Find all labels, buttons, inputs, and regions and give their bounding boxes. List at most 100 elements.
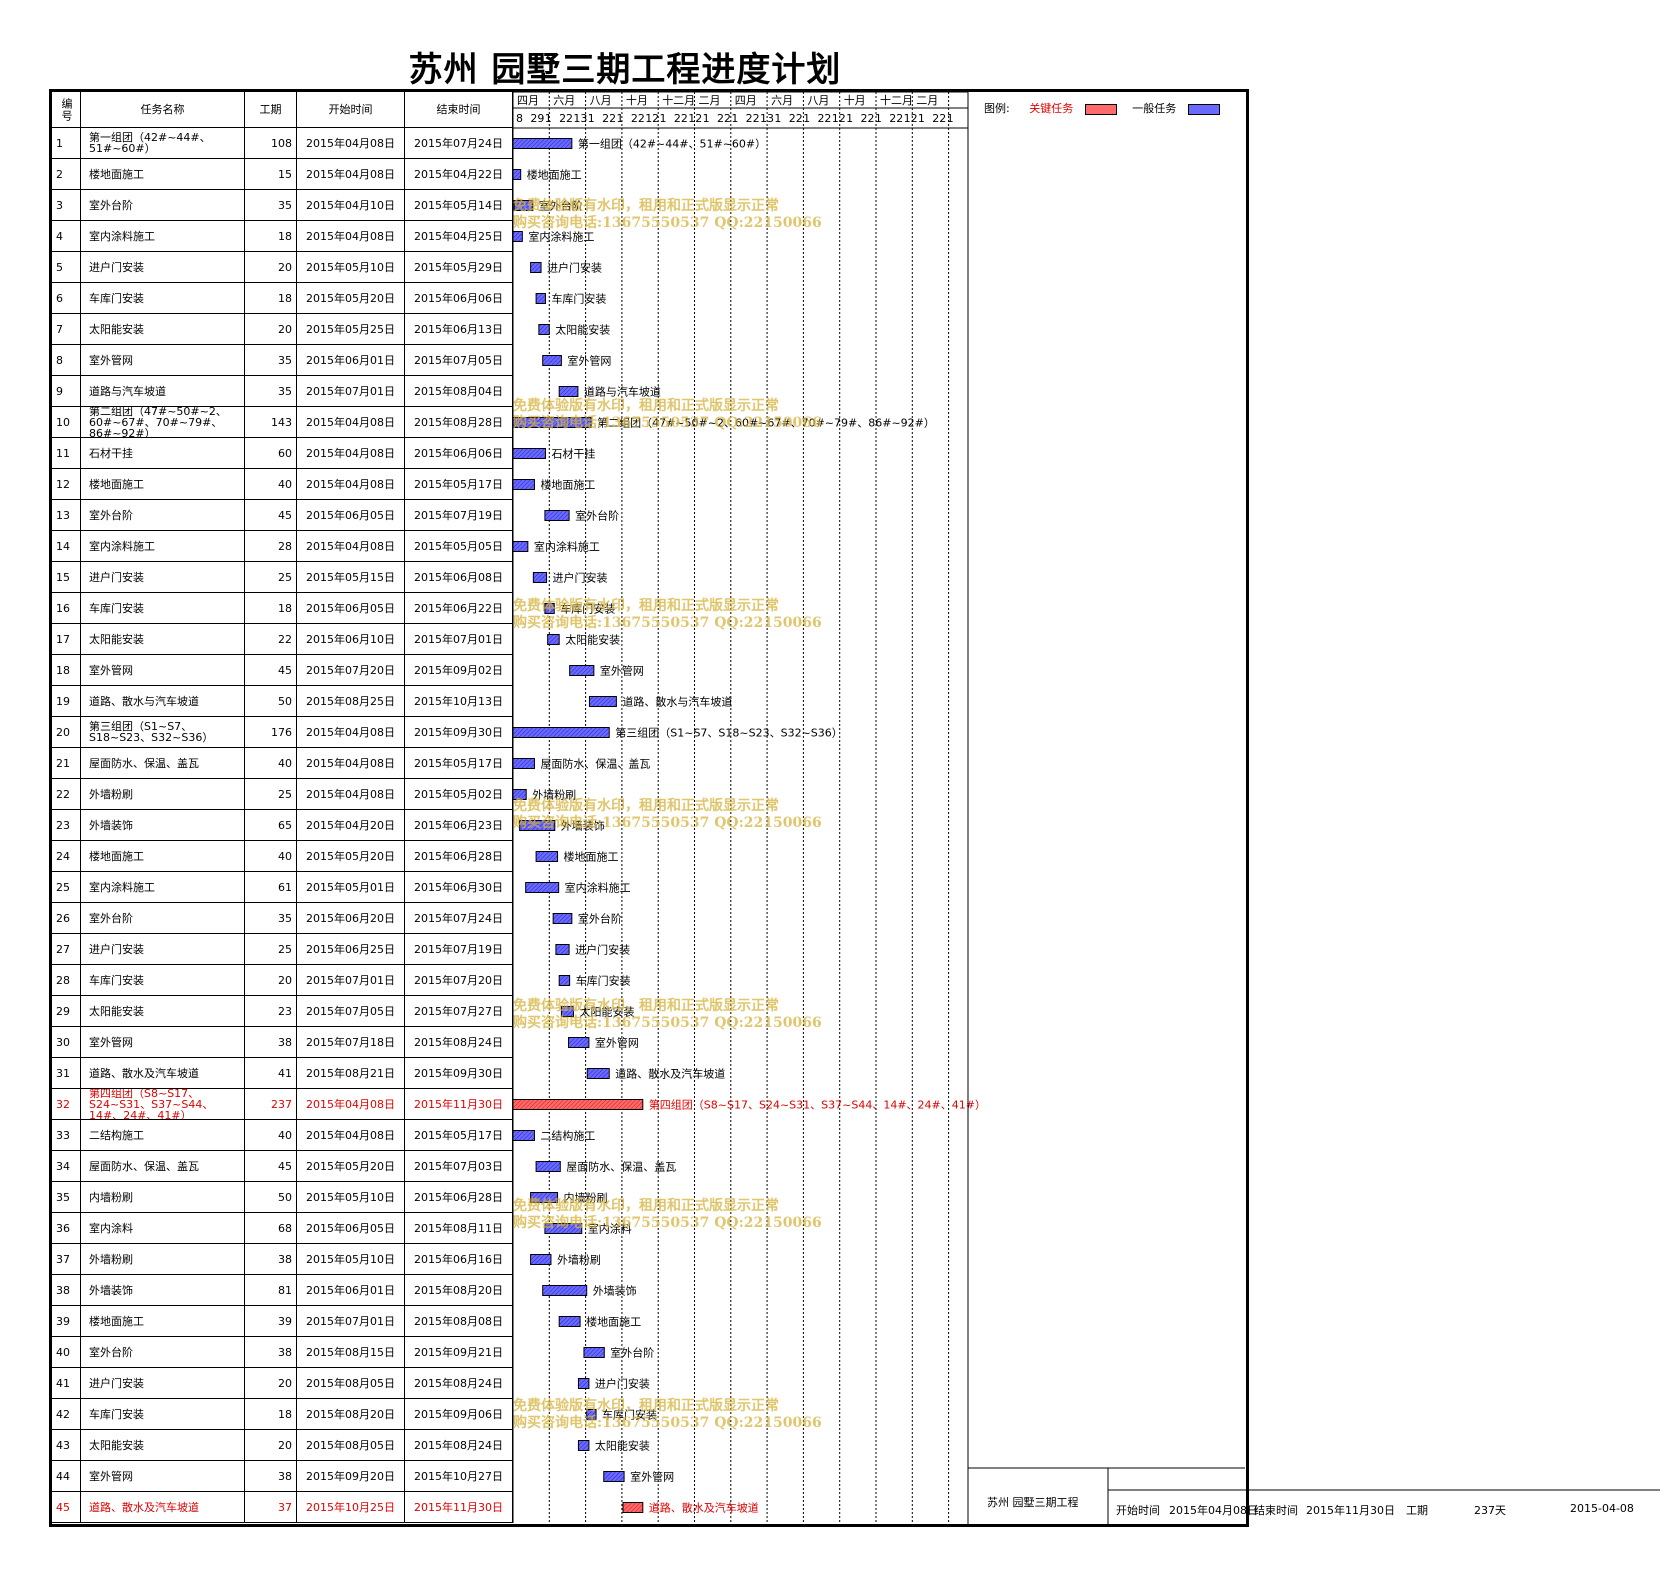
legend-normal-swatch (1187, 103, 1220, 115)
gantt-bar-label-2: 楼地面施工 (527, 168, 582, 182)
gantt-bar-7 (538, 324, 550, 335)
watermark-line2: 购买咨询电话:13675550537 QQ:22150066 (513, 815, 822, 831)
gantt-bar-20 (512, 727, 610, 738)
gantt-bar-34 (535, 1161, 561, 1172)
day-label: 22 (602, 112, 616, 125)
gantt-bar-13 (544, 510, 570, 521)
day-label: 1 (660, 112, 667, 125)
watermark-6: 免费体验版有水印，租用和正式版显示正常 购买咨询电话:13675550537 QQ… (513, 1398, 822, 1432)
gantt-bar-label-18: 室外管网 (600, 664, 644, 678)
watermark-line2: 购买咨询电话:13675550537 QQ:22150066 (513, 1015, 822, 1031)
day-label: 13 (573, 112, 587, 125)
day-label: 22 (559, 112, 573, 125)
footer-start-value: 2015年04月08日 (1169, 1504, 1258, 1517)
gantt-bar-label-15: 进户门安装 (553, 571, 608, 585)
watermark-0: 免费体验版有水印，租用和正式版显示正常 购买咨询电话:13675550537 QQ… (513, 198, 822, 232)
gantt-bar-label-8: 室外管网 (567, 354, 611, 368)
day-label: 22 (674, 112, 688, 125)
gantt-bar-28 (558, 975, 571, 986)
gantt-chart: 四月 六月 八月 十月 十二月 二月 四月 六月 八月 十月 十二月 二月8 29 1 22 13 1 22 1 22… (512, 91, 1660, 1524)
watermark-1: 免费体验版有水印，租用和正式版显示正常 购买咨询电话:13675550537 QQ… (513, 398, 822, 432)
gantt-bar-39 (558, 1316, 581, 1327)
gantt-bar-37 (530, 1254, 552, 1265)
month-label: 八月 (807, 94, 829, 107)
gantt-bar-label-6: 车库门安装 (551, 292, 606, 306)
month-label: 六月 (553, 94, 575, 107)
month-label: 四月 (735, 94, 757, 107)
month-label: 十月 (626, 93, 648, 107)
gantt-bar-40 (583, 1347, 605, 1358)
gantt-bar-label-24: 楼地面施工 (564, 850, 619, 864)
day-label: 1 (731, 112, 738, 125)
month-label: 十二月 (662, 93, 695, 107)
gantt-bar-27 (555, 944, 570, 955)
gantt-bar-25 (525, 882, 560, 893)
gantt-bar-label-27: 进户门安装 (575, 943, 630, 957)
gantt-bar-17 (547, 634, 560, 645)
watermark-3: 免费体验版有水印，租用和正式版显示正常 购买咨询电话:13675550537 QQ… (513, 798, 822, 832)
footer-end-value: 2015年11月30日 (1306, 1504, 1395, 1517)
gantt-bar-14 (512, 541, 529, 552)
watermark-line1: 免费体验版有水印，租用和正式版显示正常 (513, 198, 779, 214)
watermark-line1: 免费体验版有水印，租用和正式版显示正常 (513, 1198, 779, 1214)
day-label: 22 (861, 112, 875, 125)
gantt-bar-21 (512, 758, 535, 769)
gantt-bar-8 (542, 355, 562, 366)
gantt-bar-18 (569, 665, 595, 676)
gantt-bar-9 (558, 386, 579, 397)
day-label: 22 (817, 112, 831, 125)
day-label: 1 (616, 112, 623, 125)
day-label: 12 (645, 112, 659, 125)
footer-project: 苏州 园墅三期工程 (987, 1496, 1079, 1509)
gantt-bar-label-44: 室外管网 (630, 1470, 674, 1484)
gantt-bar-19 (588, 696, 617, 707)
gantt-bar-1 (512, 138, 573, 149)
gantt-bar-label-26: 室外台阶 (578, 912, 622, 926)
gantt-bar-32 (512, 1099, 644, 1110)
day-label: 22 (631, 112, 645, 125)
gantt-bar-label-31: 道路、散水及汽车坡道 (615, 1067, 725, 1081)
gantt-bar-24 (535, 851, 559, 862)
watermark-line1: 免费体验版有水印，租用和正式版显示正常 (513, 998, 779, 1014)
day-label: 22 (889, 112, 903, 125)
gantt-bar-label-41: 进户门安装 (595, 1377, 650, 1391)
footer-duration-value: 237天 (1474, 1504, 1506, 1517)
gantt-bar-30 (568, 1037, 590, 1048)
gantt-bar-label-37: 外墙粉刷 (557, 1253, 601, 1267)
gantt-bar-label-30: 室外管网 (595, 1036, 639, 1050)
day-label: 12 (832, 112, 846, 125)
gantt-bar-label-28: 车库门安装 (576, 974, 631, 988)
day-label: 1 (918, 112, 925, 125)
gantt-bar-label-45: 道路、散水及汽车坡道 (649, 1501, 759, 1515)
watermark-line1: 免费体验版有水印，租用和正式版显示正常 (513, 1398, 779, 1414)
gantt-bar-2 (512, 169, 522, 180)
watermark-line1: 免费体验版有水印，租用和正式版显示正常 (513, 598, 779, 614)
month-label: 六月 (771, 94, 793, 107)
day-label: 12 (904, 112, 918, 125)
gantt-bar-label-21: 屋面防水、保温、盖瓦 (540, 757, 650, 771)
gantt-bar-label-19: 道路、散水与汽车坡道 (622, 695, 732, 709)
month-label: 二月 (699, 94, 721, 107)
gantt-bar-label-5: 进户门安装 (547, 261, 602, 275)
timeline-header: 四月 六月 八月 十月 十二月 二月 四月 六月 八月 十月 十二月 二月8 29 1 22 13 1 22 1 22… (513, 91, 968, 129)
day-label: 1 (545, 112, 552, 125)
watermark-line1: 免费体验版有水印，租用和正式版显示正常 (513, 798, 779, 814)
gantt-bar-26 (552, 913, 573, 924)
gantt-bar-4 (512, 231, 523, 242)
gantt-bar-label-11: 石材干挂 (551, 447, 595, 461)
legend: 图例: 关键任务 一般任务 (984, 100, 1220, 116)
legend-normal-label: 一般任务 (1132, 102, 1177, 115)
footer-date: 2015-04-08 (1570, 1502, 1634, 1515)
gantt-bar-label-40: 室外台阶 (610, 1346, 654, 1360)
day-label: 29 (530, 112, 544, 125)
month-label: 八月 (590, 94, 612, 107)
gantt-bar-label-9: 道路与汽车坡道 (584, 385, 661, 399)
day-label: 13 (760, 112, 774, 125)
month-label: 四月 (517, 94, 539, 107)
gantt-bar-label-32: 第四组团（S8~S17、S24~S31、S37~S44、14#、24#、41#） (649, 1098, 986, 1112)
gantt-bar-43 (577, 1440, 590, 1451)
legend-label: 图例: (984, 102, 1010, 115)
watermark-5: 免费体验版有水印，租用和正式版显示正常 购买咨询电话:13675550537 QQ… (513, 1198, 822, 1232)
day-label: 12 (688, 112, 702, 125)
month-label: 十二月 (880, 93, 913, 107)
